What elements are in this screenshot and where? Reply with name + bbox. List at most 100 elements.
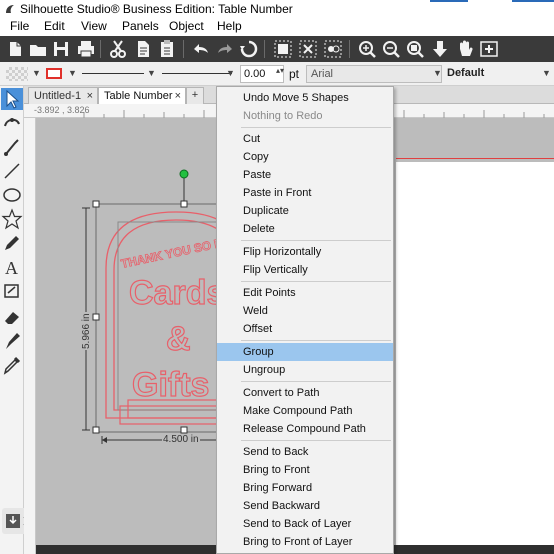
design-text-line4: Gifts xyxy=(132,366,209,404)
add-page-icon[interactable] xyxy=(478,38,500,60)
context-menu-item-duplicate[interactable]: Duplicate xyxy=(217,202,393,220)
undo-icon[interactable] xyxy=(190,38,212,60)
star-tool-icon[interactable] xyxy=(1,208,23,230)
context-menu-item-make-compound-path[interactable]: Make Compound Path xyxy=(217,402,393,420)
context-menu-item-undo-move-5-shapes[interactable]: Undo Move 5 Shapes xyxy=(217,89,393,107)
line-color-swatch[interactable] xyxy=(46,68,62,79)
design-text-line2: Cards xyxy=(129,274,225,312)
close-icon[interactable]: × xyxy=(175,90,181,102)
save-icon[interactable] xyxy=(50,38,72,60)
context-menu-item-convert-to-path[interactable]: Convert to Path xyxy=(217,384,393,402)
hand-icon[interactable] xyxy=(454,38,476,60)
menu-separator xyxy=(241,440,391,441)
copy-icon[interactable] xyxy=(132,38,154,60)
rotate-icon[interactable] xyxy=(238,38,260,60)
pencil-tool-icon[interactable] xyxy=(1,232,23,254)
cut-icon[interactable] xyxy=(107,38,129,60)
eyedropper-tool-icon[interactable] xyxy=(1,354,23,376)
chevron-down-icon[interactable]: ▼ xyxy=(433,68,442,78)
eraser-tool-icon[interactable] xyxy=(1,306,23,328)
context-menu-item-bring-forward[interactable]: Bring Forward xyxy=(217,479,393,497)
cursor-coordinates: -3.892 , 3.826 xyxy=(34,105,90,115)
tools-panel: A xyxy=(0,86,24,554)
properties-bar: ▼ ▼ ▼ ▼ 0.00 ▴▾ pt Arial ▼ Default ▼ xyxy=(0,62,554,86)
title-bar: Silhouette Studio® Business Edition: Tab… xyxy=(0,0,554,18)
rotate-handle[interactable] xyxy=(179,169,189,179)
tab-label: Table Number xyxy=(104,90,173,102)
pen-tool-icon[interactable] xyxy=(1,330,23,352)
menu-object[interactable]: Object xyxy=(169,19,204,33)
menu-separator xyxy=(241,240,391,241)
context-menu-item-send-to-back-of-layer[interactable]: Send to Back of Layer xyxy=(217,515,393,533)
open-folder-icon[interactable] xyxy=(27,38,49,60)
chevron-down-icon[interactable]: ▼ xyxy=(226,68,235,78)
chevron-down-icon[interactable]: ▼ xyxy=(32,68,41,78)
line-join-select[interactable] xyxy=(162,73,232,74)
context-menu-item-group[interactable]: Group xyxy=(217,343,393,361)
svg-text:A: A xyxy=(5,258,18,278)
menu-help[interactable]: Help xyxy=(217,19,242,33)
context-menu-item-flip-vertically[interactable]: Flip Vertically xyxy=(217,261,393,279)
vertical-ruler xyxy=(24,118,36,554)
context-menu: Undo Move 5 Shapes Nothing to Redo Cut Copy… xyxy=(216,86,394,554)
context-menu-item-cut[interactable]: Cut xyxy=(217,130,393,148)
context-menu-item-release-compound-path[interactable]: Release Compound Path xyxy=(217,420,393,438)
menu-bar: File Edit View Panels Object Help xyxy=(0,18,554,36)
menu-view[interactable]: View xyxy=(81,19,107,33)
toolbar-separator xyxy=(100,40,101,58)
context-menu-item-ungroup[interactable]: Ungroup xyxy=(217,361,393,379)
context-menu-item-offset[interactable]: Offset xyxy=(217,320,393,338)
tab-table-number[interactable]: Table Number × xyxy=(98,87,186,104)
select-tool-icon[interactable] xyxy=(1,88,23,110)
context-menu-item-weld[interactable]: Weld xyxy=(217,302,393,320)
window-title: Silhouette Studio® Business Edition: Tab… xyxy=(20,2,293,16)
context-menu-item-send-to-back[interactable]: Send to Back xyxy=(217,443,393,461)
menu-edit[interactable]: Edit xyxy=(44,19,65,33)
paste-icon[interactable] xyxy=(156,38,178,60)
font-style-select[interactable]: Default xyxy=(443,65,551,83)
point-edit-tool-icon[interactable] xyxy=(1,112,23,134)
text-tool-icon[interactable]: A xyxy=(1,256,23,278)
fill-color-swatch[interactable] xyxy=(6,67,28,81)
replicate-icon[interactable] xyxy=(322,38,344,60)
menu-panels[interactable]: Panels xyxy=(122,19,159,33)
context-menu-item-delete[interactable]: Delete xyxy=(217,220,393,238)
zoom-out-icon[interactable] xyxy=(380,38,402,60)
new-tab-button[interactable]: + xyxy=(186,87,204,104)
menu-separator xyxy=(241,340,391,341)
chevron-down-icon[interactable]: ▼ xyxy=(147,68,156,78)
ellipse-tool-icon[interactable] xyxy=(1,184,23,206)
menu-separator xyxy=(241,127,391,128)
redo-icon[interactable] xyxy=(214,38,236,60)
zoom-fit-icon[interactable] xyxy=(404,38,426,60)
design-text-line3: & xyxy=(166,320,191,358)
new-file-icon[interactable] xyxy=(4,38,26,60)
context-menu-item-copy[interactable]: Copy xyxy=(217,148,393,166)
menu-file[interactable]: File xyxy=(10,19,29,33)
context-menu-item-flip-horizontally[interactable]: Flip Horizontally xyxy=(217,243,393,261)
knife-tool-icon[interactable] xyxy=(1,136,23,158)
tab-untitled-1[interactable]: Untitled-1 × xyxy=(28,87,98,104)
menu-separator xyxy=(241,281,391,282)
spinner-arrows-icon[interactable]: ▴▾ xyxy=(276,66,284,75)
drawing-tool-icon[interactable] xyxy=(1,280,23,302)
print-icon[interactable] xyxy=(75,38,97,60)
zoom-in-icon[interactable] xyxy=(356,38,378,60)
line-tool-icon[interactable] xyxy=(1,160,23,182)
chevron-down-icon[interactable]: ▼ xyxy=(542,68,551,78)
chevron-down-icon[interactable]: ▼ xyxy=(68,68,77,78)
toolbar-separator xyxy=(349,40,350,58)
context-menu-item-paste-in-front[interactable]: Paste in Front xyxy=(217,184,393,202)
close-icon[interactable]: × xyxy=(87,90,93,102)
ungroup-icon[interactable] xyxy=(297,38,319,60)
group-icon[interactable] xyxy=(272,38,294,60)
context-menu-item-send-backward[interactable]: Send Backward xyxy=(217,497,393,515)
context-menu-item-paste[interactable]: Paste xyxy=(217,166,393,184)
context-menu-item-edit-points[interactable]: Edit Points xyxy=(217,284,393,302)
font-family-select[interactable]: Arial xyxy=(306,65,442,83)
context-menu-item-bring-to-front-of-layer[interactable]: Bring to Front of Layer xyxy=(217,533,393,551)
line-style-select[interactable] xyxy=(82,73,144,74)
pan-down-icon[interactable] xyxy=(429,38,451,60)
window-control-strip xyxy=(430,0,468,2)
context-menu-item-bring-to-front[interactable]: Bring to Front xyxy=(217,461,393,479)
